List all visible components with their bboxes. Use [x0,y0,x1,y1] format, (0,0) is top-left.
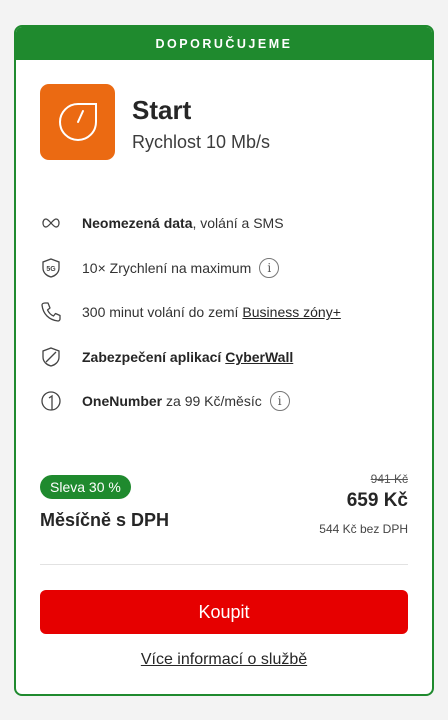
feature-speed: 5G 10× Zrychlení na maximum i [40,246,410,291]
more-info-link[interactable]: Více informací o službě [16,651,432,669]
svg-text:5G: 5G [46,266,56,273]
feature-bold: Zabezpečení aplikací [82,348,222,365]
feature-data: Neomezená data, volání a SMS [40,201,410,246]
feature-calls: 300 minut volání do zemí Business zóny+ [40,290,410,335]
feature-text: , volání a SMS [192,215,284,232]
onenumber-icon [40,389,68,413]
infinity-icon [40,211,68,235]
feature-bold: Neomezená data [82,215,193,232]
monthly-label: Měsíčně s DPH [40,510,170,530]
plan-header: Start Rychlost 10 Mb/s [40,84,270,160]
discount-badge: Sleva 30 % [40,475,131,499]
buy-button[interactable]: Koupit [40,590,408,634]
shield-icon [40,345,68,369]
info-icon[interactable]: i [269,391,290,412]
feature-bold: OneNumber [82,393,163,410]
feature-list: Neomezená data, volání a SMS 5G 10× Zryc… [40,201,410,424]
divider [40,564,408,565]
recommended-banner: DOPORUČUJEME [16,27,432,60]
plan-card: DOPORUČUJEME Start Rychlost 10 Mb/s Neom… [14,25,434,696]
plan-name: Start [132,95,192,125]
feature-text: 10× Zrychlení na maximum [82,259,252,276]
price-without-vat: 544 Kč bez DPH [319,522,408,536]
old-price: 941 Kč [370,472,408,486]
business-zones-link[interactable]: Business zóny+ [242,304,340,320]
speedometer-icon [40,84,115,160]
feature-text: 300 minut volání do zemí [82,304,239,321]
feature-text: za 99 Kč/měsíc [162,393,262,410]
plan-speed: Rychlost 10 Mb/s [132,132,271,152]
info-icon[interactable]: i [259,257,280,278]
feature-security: Zabezpečení aplikací CyberWall [40,335,410,380]
feature-onenumber: OneNumber za 99 Kč/měsíc i [40,379,410,424]
phone-icon [40,300,68,324]
5g-icon: 5G [40,256,68,280]
current-price: 659 Kč [346,490,408,511]
cyberwall-link[interactable]: CyberWall [225,349,293,365]
price-section: Sleva 30 % Měsíčně s DPH 941 Kč 659 Kč 5… [40,472,408,562]
